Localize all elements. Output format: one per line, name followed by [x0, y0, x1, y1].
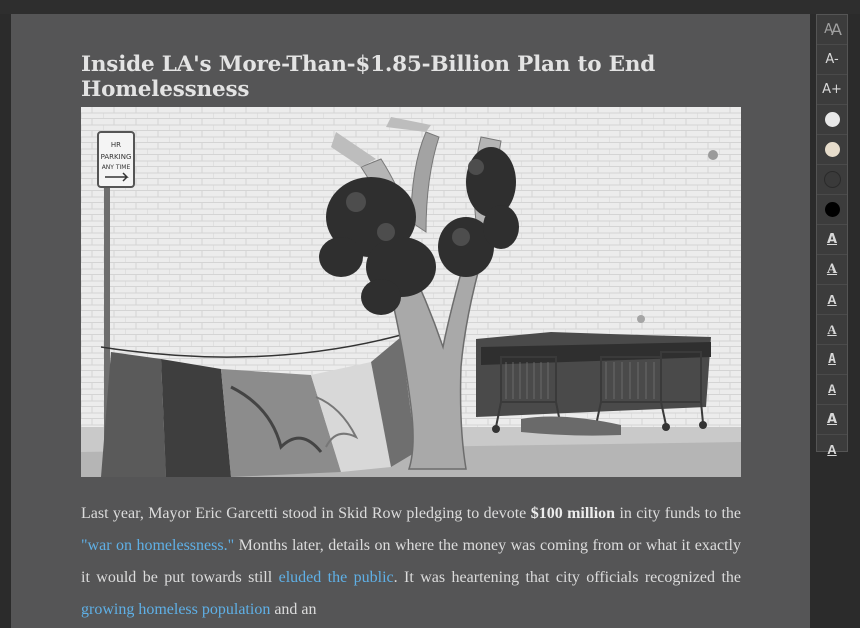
- font-size-label-big: A: [830, 20, 842, 39]
- paragraph-text-4: . It was heartening that city officials …: [393, 569, 741, 586]
- theme-black-button[interactable]: [817, 195, 847, 225]
- link-growing-homeless-population[interactable]: growing homeless population: [81, 601, 270, 618]
- font-size-label-small: A: [824, 22, 833, 37]
- paragraph-text-2: in city funds to the: [615, 505, 742, 522]
- parking-sign-line-1: HR: [111, 141, 121, 149]
- font-option-3-button[interactable]: A: [817, 285, 847, 315]
- font-option-4-button[interactable]: A: [817, 315, 847, 345]
- theme-light-swatch: [824, 112, 840, 127]
- font-option-7-button[interactable]: A: [817, 405, 847, 435]
- parking-sign-line-3: ANY TIME: [102, 164, 131, 171]
- link-eluded-the-public[interactable]: eluded the public: [279, 569, 394, 586]
- paragraph-text-5: and an: [270, 601, 317, 618]
- article-paragraph: Last year, Mayor Eric Garcetti stood in …: [81, 498, 741, 626]
- theme-sepia-swatch: [824, 142, 840, 157]
- increase-font-button[interactable]: A+: [817, 75, 847, 105]
- reader-settings-sidebar: AA A- A+ A A A A A A A A: [816, 14, 848, 457]
- bold-amount: $100 million: [530, 505, 616, 522]
- theme-black-swatch: [824, 202, 840, 217]
- font-option-8-button[interactable]: A: [817, 435, 847, 464]
- paragraph-text-1: Last year, Mayor Eric Garcetti stood in …: [81, 505, 531, 522]
- browser-top-bar: [0, 0, 860, 14]
- font-size-icon: AA: [817, 15, 847, 45]
- theme-light-button[interactable]: [817, 105, 847, 135]
- font-option-6-button[interactable]: A: [817, 375, 847, 405]
- article-photo: HR PARKING ANY TIME: [81, 107, 741, 477]
- reader-article: Inside LA's More-Than-$1.85-Billion Plan…: [11, 14, 810, 628]
- font-option-5-button[interactable]: A: [817, 345, 847, 375]
- parking-sign-line-2: PARKING: [101, 153, 132, 161]
- theme-dark-button[interactable]: [817, 165, 847, 195]
- font-option-1-button[interactable]: A: [817, 225, 847, 255]
- link-war-on-homelessness[interactable]: "war on homelessness.": [81, 537, 234, 554]
- article-title: Inside LA's More-Than-$1.85-Billion Plan…: [81, 52, 656, 102]
- theme-sepia-button[interactable]: [817, 135, 847, 165]
- decrease-font-button[interactable]: A-: [817, 45, 847, 75]
- font-option-2-button[interactable]: A: [817, 255, 847, 285]
- theme-dark-swatch: [823, 171, 841, 188]
